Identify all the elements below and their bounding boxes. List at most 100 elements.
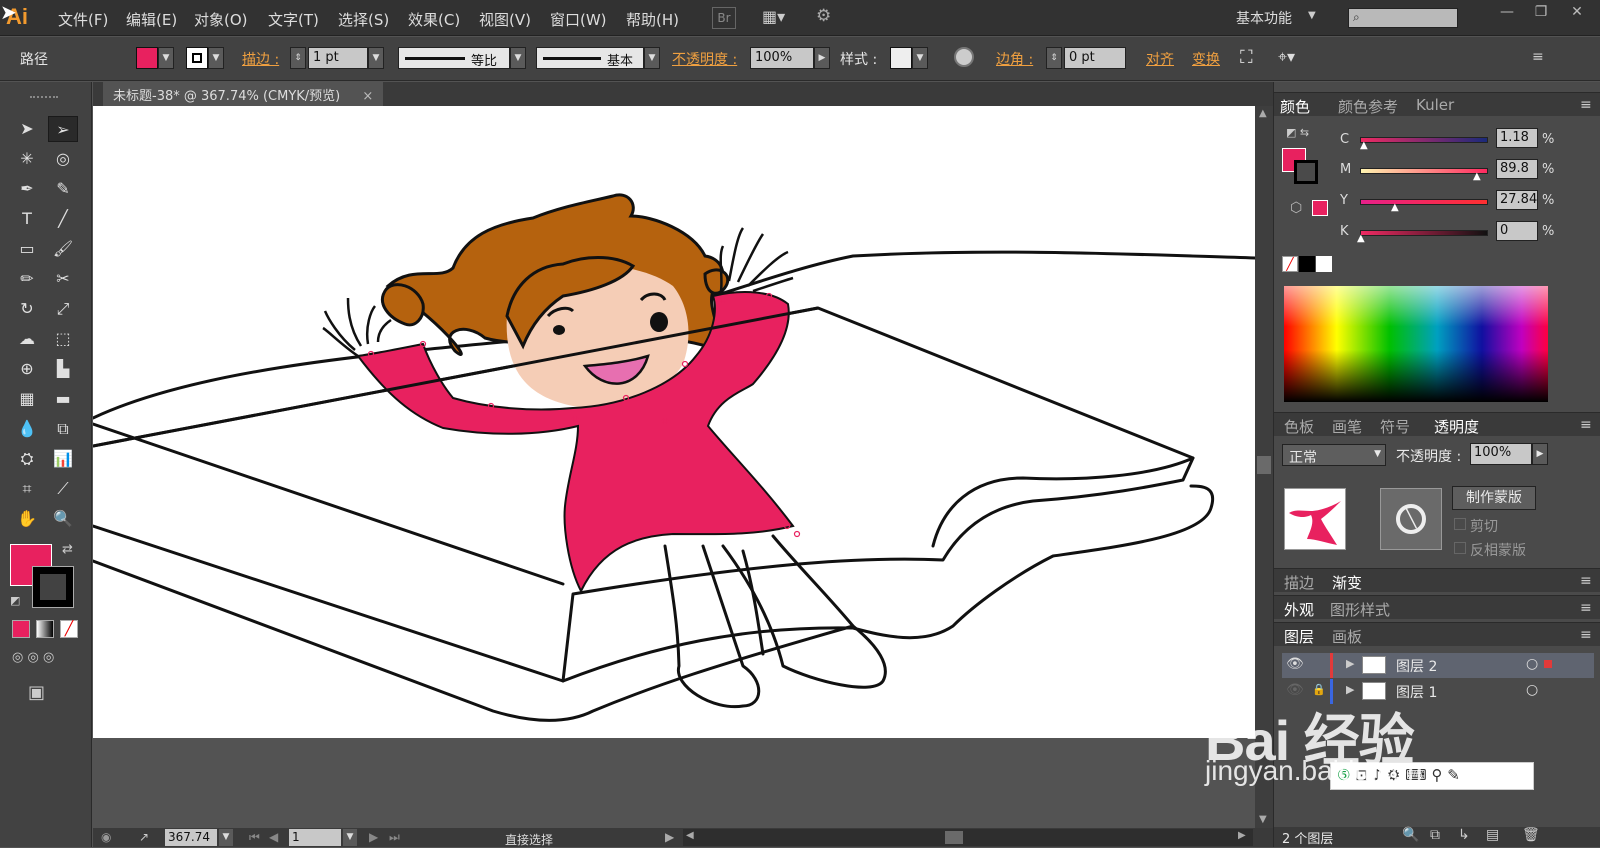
blend-mode-select[interactable]: 正常 ▼ — [1282, 444, 1386, 466]
none-color-swatch[interactable]: ╱ — [1282, 256, 1298, 272]
white-color-swatch[interactable] — [1316, 256, 1332, 272]
tab-gradient[interactable]: 渐变 — [1332, 572, 1362, 593]
variable-width-profile[interactable]: 等比 — [398, 47, 510, 69]
scroll-down-icon[interactable]: ▼ — [1259, 814, 1267, 825]
yellow-slider-thumb[interactable]: ▲ — [1391, 202, 1399, 213]
object-thumbnail[interactable] — [1284, 488, 1346, 550]
rectangle-tool-icon[interactable]: ▭ — [12, 236, 42, 262]
tab-symbols[interactable]: 符号 — [1380, 416, 1410, 437]
direct-selection-tool-icon[interactable]: ➢ — [48, 116, 78, 142]
paintbrush-tool-icon[interactable]: 🖌 — [48, 236, 78, 262]
bridge-button[interactable]: Br — [712, 7, 736, 29]
delete-layer-icon[interactable]: 🗑 — [1522, 827, 1540, 843]
line-tool-icon[interactable]: ╱ — [48, 206, 78, 232]
fill-swatch[interactable] — [136, 47, 158, 69]
menu-view[interactable]: 视图(V) — [479, 9, 531, 30]
black-slider-thumb[interactable]: ▲ — [1357, 233, 1365, 244]
arrange-documents-icon[interactable]: ▦▾ — [762, 7, 796, 29]
fill-dropdown-icon[interactable]: ▼ — [158, 47, 174, 69]
tab-layers[interactable]: 图层 — [1284, 626, 1314, 647]
menu-window[interactable]: 窗口(W) — [550, 9, 607, 30]
menu-help[interactable]: 帮助(H) — [626, 9, 679, 30]
symbol-sprayer-tool-icon[interactable]: ⛭ — [12, 446, 42, 472]
minimize-button[interactable]: — — [1493, 4, 1521, 22]
drawing-modes-icon[interactable]: ◎ ◎ ◎ — [12, 650, 78, 668]
tab-appearance[interactable]: 外观 — [1284, 599, 1314, 620]
black-color-swatch[interactable] — [1299, 256, 1315, 272]
shape-builder-tool-icon[interactable]: ⊕ — [12, 356, 42, 382]
corner-stepper[interactable]: ⇕ — [1046, 47, 1062, 69]
zoom-dropdown-icon[interactable]: ▼ — [219, 829, 233, 846]
gradient-tool-icon[interactable]: ▬ — [48, 386, 78, 412]
menu-type[interactable]: 文字(T) — [268, 9, 319, 30]
selection-tool-icon[interactable]: ➤ — [12, 116, 42, 142]
panel-stroke-swatch[interactable] — [1294, 160, 1318, 184]
prev-artboard-icon[interactable]: ◀ — [269, 830, 278, 844]
swap-colors-icon[interactable]: ⇄ — [62, 542, 73, 557]
transparency-opacity-field[interactable]: 100% — [1470, 443, 1532, 465]
horizontal-scrollbar[interactable]: ◀ ▶ — [683, 829, 1253, 846]
panel-menu-icon[interactable]: ≡ — [1532, 49, 1544, 65]
color-panel-menu-icon[interactable]: ≡ — [1580, 97, 1592, 113]
transparency-opacity-arrow-icon[interactable]: ▶ — [1532, 443, 1548, 465]
brush-definition[interactable]: 基本 — [536, 47, 644, 69]
magenta-value-field[interactable]: 89.8 — [1496, 159, 1538, 179]
menu-file[interactable]: 文件(F) — [58, 9, 108, 30]
tab-swatches[interactable]: 色板 — [1284, 416, 1314, 437]
close-window-button[interactable]: ✕ — [1563, 4, 1591, 22]
align-link[interactable]: 对齐 — [1146, 49, 1174, 69]
opacity-dropdown-icon[interactable]: ▶ — [814, 47, 830, 69]
menu-select[interactable]: 选择(S) — [338, 9, 389, 30]
blend-tool-icon[interactable]: ⧉ — [48, 416, 78, 442]
yellow-value-field[interactable]: 27.84 — [1496, 190, 1538, 210]
layer-selection-indicator[interactable] — [1544, 660, 1552, 668]
zoom-tool-icon[interactable]: 🔍 — [48, 506, 78, 532]
type-tool-icon[interactable]: T — [12, 206, 42, 232]
lasso-tool-icon[interactable]: ◎ — [48, 146, 78, 172]
new-layer-icon[interactable]: ▤ — [1486, 827, 1499, 843]
opacity-label-link[interactable]: 不透明度 : — [672, 49, 737, 69]
tab-color-guide[interactable]: 颜色参考 — [1338, 96, 1398, 117]
gradient-mode-icon[interactable] — [36, 620, 54, 638]
opacity-field[interactable]: 100% — [750, 47, 814, 69]
warp-tool-icon[interactable]: ☁ — [12, 326, 42, 352]
stroke-dropdown-icon[interactable]: ▼ — [208, 47, 224, 69]
stroke-weight-field[interactable]: 1 pt — [308, 47, 368, 69]
vertical-scroll-thumb[interactable] — [1257, 456, 1271, 474]
layer-name[interactable]: 图层 2 — [1396, 656, 1437, 676]
graph-tool-icon[interactable]: 📊 — [48, 446, 78, 472]
none-mode-icon[interactable]: ╱ — [60, 620, 78, 638]
isolate-icon[interactable]: ⛶ — [1240, 47, 1253, 68]
brush-dropdown-icon[interactable]: ▼ — [644, 47, 660, 69]
stroke-weight-stepper[interactable]: ⇕ — [290, 47, 306, 69]
stroke-swatch[interactable] — [186, 47, 208, 69]
transform-link[interactable]: 变换 — [1192, 49, 1220, 69]
black-slider[interactable] — [1360, 230, 1488, 236]
yellow-slider[interactable] — [1360, 199, 1488, 205]
clip-checkbox[interactable] — [1454, 518, 1466, 530]
expand-layer-icon[interactable]: ▶ — [1346, 683, 1354, 696]
hand-tool-icon[interactable]: ✋ — [12, 506, 42, 532]
pen-tool-icon[interactable]: ✒ — [12, 176, 42, 202]
scroll-left-icon[interactable]: ◀ — [686, 830, 694, 841]
invert-mask-checkbox[interactable] — [1454, 542, 1466, 554]
artboard-tool-icon[interactable]: ⌗ — [12, 476, 42, 502]
first-artboard-icon[interactable]: ⏮ — [249, 830, 260, 845]
next-artboard-icon[interactable]: ▶ — [369, 830, 378, 844]
locate-object-icon[interactable]: 🔍 — [1402, 827, 1419, 843]
tab-graphic-styles[interactable]: 图形样式 — [1330, 599, 1390, 620]
layers-panel-menu-icon[interactable]: ≡ — [1580, 627, 1592, 643]
slice-tool-icon[interactable]: ⟋ — [48, 476, 78, 502]
scroll-right-icon[interactable]: ▶ — [1238, 830, 1246, 841]
menu-object[interactable]: 对象(O) — [194, 9, 248, 30]
mesh-tool-icon[interactable]: ▦ — [12, 386, 42, 412]
restore-button[interactable]: ❐ — [1527, 4, 1555, 22]
transparency-panel-menu-icon[interactable]: ≡ — [1580, 417, 1592, 433]
visibility-eye-icon[interactable]: 👁 — [1286, 656, 1304, 672]
in-gamut-swatch[interactable] — [1312, 200, 1328, 216]
layer-target-icon[interactable]: ○ — [1526, 682, 1538, 698]
share-icon[interactable]: ↗ — [139, 830, 149, 844]
magenta-slider[interactable] — [1360, 168, 1488, 174]
rotate-tool-icon[interactable]: ↻ — [12, 296, 42, 322]
status-menu-icon[interactable]: ▶ — [665, 830, 674, 844]
